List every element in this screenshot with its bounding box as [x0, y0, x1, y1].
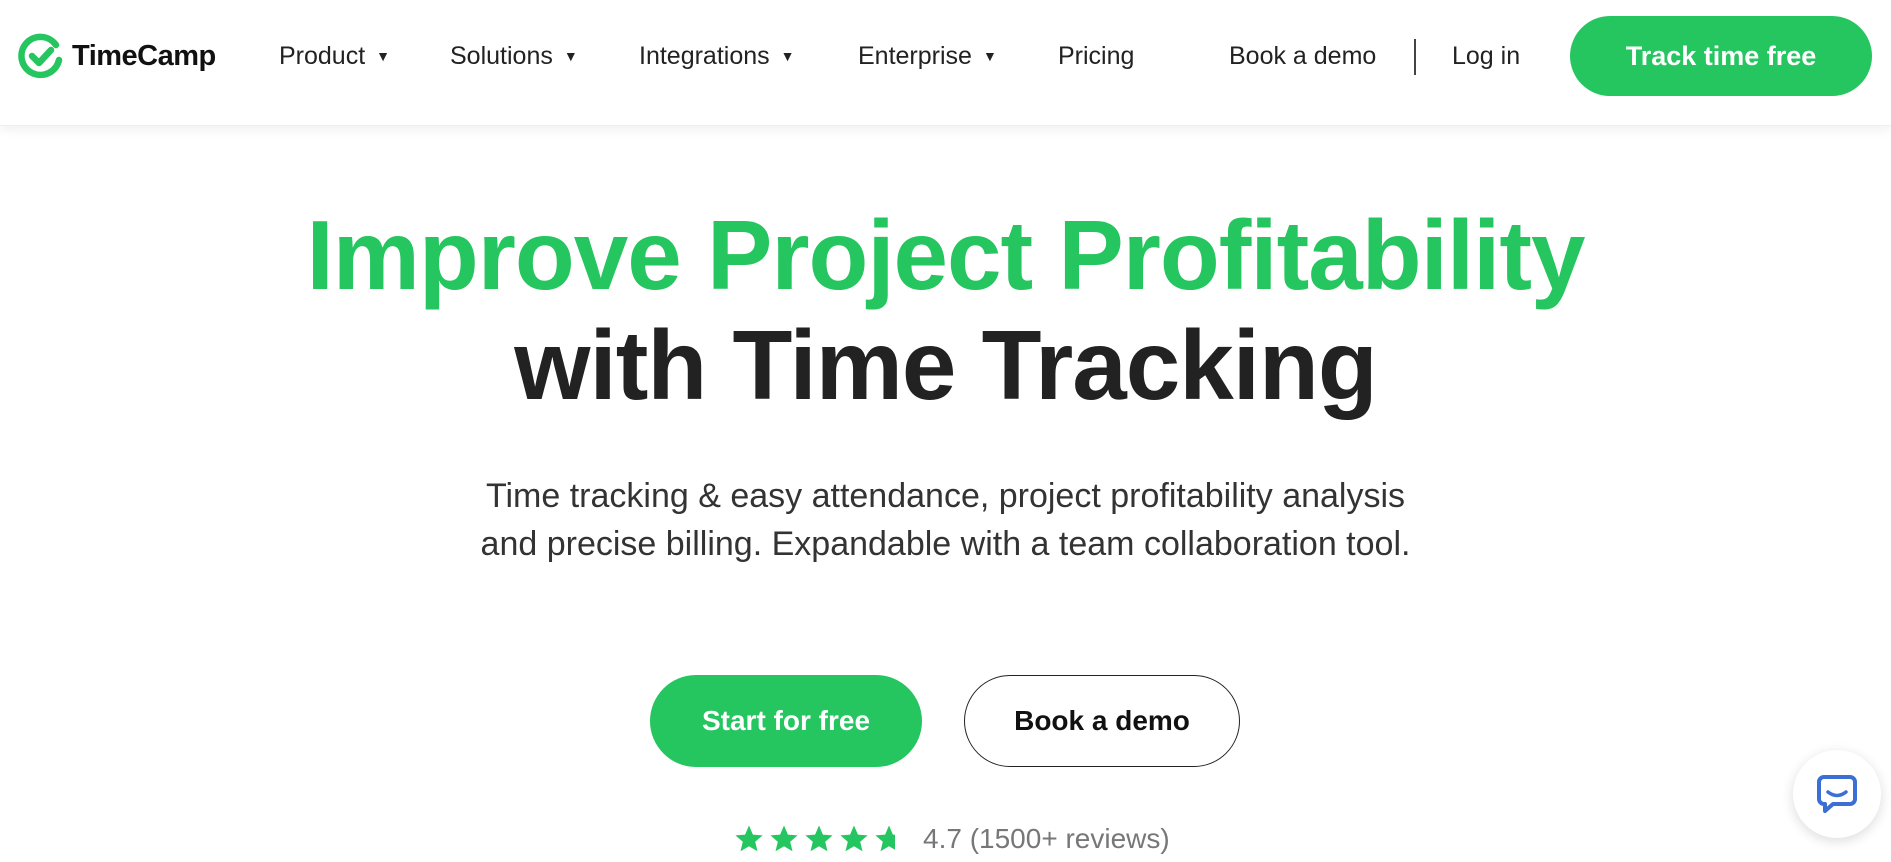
login-link-label: Log in: [1452, 41, 1521, 70]
star-icon: [735, 825, 763, 852]
hero-title-line2: with Time Tracking: [514, 310, 1377, 420]
logo-text: TimeCamp: [72, 39, 216, 72]
chevron-down-icon: ▼: [982, 48, 997, 64]
hero-subtitle-line1: Time tracking & easy attendance, project…: [485, 477, 1406, 515]
nav-product[interactable]: Product ▼: [279, 38, 390, 74]
chevron-down-icon: ▼: [780, 48, 795, 64]
rating: 4.7 (1500+ reviews): [734, 818, 1170, 860]
star-icon: [840, 825, 868, 852]
nav-pricing[interactable]: Pricing: [1058, 38, 1134, 74]
track-time-free-button[interactable]: Track time free: [1570, 16, 1872, 96]
chevron-down-icon: ▼: [563, 48, 578, 64]
logo[interactable]: TimeCamp: [18, 30, 216, 82]
nav-integrations-label: Integrations: [639, 41, 770, 70]
nav-integrations[interactable]: Integrations ▼: [639, 38, 795, 74]
nav-enterprise-label: Enterprise: [858, 41, 972, 70]
site-header: TimeCamp Product ▼ Solutions ▼ Integrati…: [0, 0, 1891, 126]
book-demo-button[interactable]: Book a demo: [964, 675, 1240, 767]
chat-bubble-icon: [1817, 775, 1857, 813]
checkmark-circle-icon: [18, 33, 63, 79]
star-icon: [805, 825, 833, 852]
nav-product-label: Product: [279, 41, 366, 70]
book-demo-link[interactable]: Book a demo: [1229, 38, 1376, 74]
nav-solutions-label: Solutions: [450, 41, 553, 70]
book-demo-link-label: Book a demo: [1229, 41, 1377, 70]
star-icon: [770, 825, 798, 852]
star-icon: [875, 825, 895, 852]
nav-divider: [1414, 39, 1416, 75]
login-link[interactable]: Log in: [1452, 38, 1520, 74]
nav-pricing-label: Pricing: [1058, 41, 1135, 70]
nav-solutions[interactable]: Solutions ▼: [450, 38, 578, 74]
star-rating: [734, 824, 909, 854]
chevron-down-icon: ▼: [376, 48, 391, 64]
rating-text: 4.7 (1500+ reviews): [923, 823, 1170, 854]
nav-enterprise[interactable]: Enterprise ▼: [858, 38, 997, 74]
start-for-free-button[interactable]: Start for free: [650, 675, 922, 767]
hero-title-line1: Improve Project Profitability: [306, 200, 1586, 310]
chat-widget-button[interactable]: [1793, 750, 1881, 838]
hero-subtitle-line2: and precise billing. Expandable with a t…: [480, 525, 1411, 563]
